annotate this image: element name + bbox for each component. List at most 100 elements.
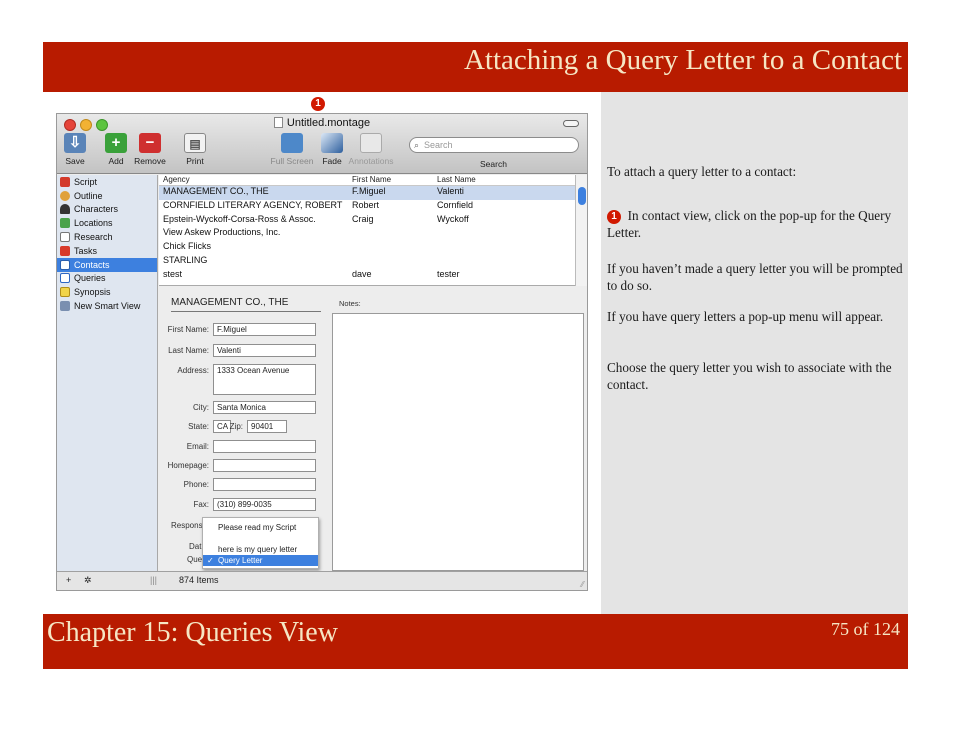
sidebar-item-new-smart-view[interactable]: New Smart View	[57, 299, 157, 313]
footer-bar: Chapter 15: Queries View 75 of 124	[43, 614, 908, 669]
first-name-label: First Name:	[167, 325, 209, 334]
sidebar: Script Outline Characters Locations Rese…	[57, 175, 158, 572]
column-header-agency[interactable]: Agency	[163, 175, 190, 184]
characters-icon	[60, 204, 70, 215]
save-icon: ⇩	[64, 133, 86, 153]
save-button[interactable]: ⇩ Save	[62, 133, 88, 166]
table-row[interactable]: CORNFIELD LITERARY AGENCY, ROBERT Robert C…	[159, 200, 587, 214]
first-name-field[interactable]: F.Miguel	[213, 323, 316, 336]
sidebar-item-script[interactable]: Script	[57, 175, 157, 189]
chapter-title: Chapter 15: Queries View	[47, 617, 338, 648]
outline-icon	[60, 190, 70, 201]
notes-label: Notes:	[339, 299, 361, 308]
contacts-table: Agency First Name Last Name MANAGEMENT C…	[159, 175, 587, 286]
homepage-label: Homepage:	[167, 461, 209, 470]
print-button[interactable]: ▤ Print	[181, 133, 209, 166]
paragraph-choose: Choose the query letter you wish to asso…	[607, 360, 892, 392]
app-window: Untitled.montage ⇩ Save + Add − Remove ▤…	[56, 113, 588, 591]
annotations-button[interactable]: Annotations	[348, 133, 394, 166]
sidebar-item-characters[interactable]: Characters	[57, 203, 157, 217]
sidebar-item-synopsis[interactable]: Synopsis	[57, 285, 157, 299]
fade-icon	[321, 133, 343, 153]
contacts-icon	[60, 259, 70, 270]
sidebar-item-research[interactable]: Research	[57, 230, 157, 244]
heading-divider	[171, 311, 321, 312]
callout-number: 1	[311, 97, 325, 111]
state-label: State:	[188, 422, 209, 431]
phone-label: Phone:	[183, 480, 209, 489]
zip-label: Zip:	[229, 422, 243, 431]
window-titlebar: Untitled.montage ⇩ Save + Add − Remove ▤…	[57, 114, 587, 174]
page-number: 75 of 124	[831, 619, 900, 639]
paragraph-popup: If you have query letters a pop-up menu …	[607, 309, 884, 324]
tasks-icon	[60, 245, 70, 256]
item-count: 874 Items	[179, 575, 219, 585]
locations-icon	[60, 218, 70, 229]
scrollbar-thumb[interactable]	[578, 187, 586, 205]
remove-button[interactable]: − Remove	[133, 133, 167, 166]
table-row[interactable]: Chick Flicks	[159, 241, 587, 255]
sidebar-item-outline[interactable]: Outline	[57, 189, 157, 203]
phone-field[interactable]	[213, 478, 316, 491]
city-label: City:	[193, 403, 209, 412]
synopsis-icon	[60, 287, 70, 298]
table-row[interactable]: MANAGEMENT CO., THE F.Miguel Valenti	[159, 186, 587, 200]
window-title: Untitled.montage	[57, 117, 587, 129]
email-label: Email:	[186, 442, 209, 451]
sidebar-item-queries[interactable]: Queries	[57, 272, 157, 286]
menu-item-here-is-my-query-letter[interactable]: here is my query letter	[203, 544, 318, 555]
address-field[interactable]: 1333 Ocean Avenue	[213, 364, 316, 395]
last-name-field[interactable]: Valenti	[213, 344, 316, 357]
splitter-handle[interactable]: |||	[150, 575, 157, 585]
search-label: Search	[480, 159, 507, 169]
email-field[interactable]	[213, 440, 316, 453]
gear-icon[interactable]: ✲	[84, 575, 92, 586]
contact-heading: MANAGEMENT CO., THE	[171, 297, 289, 308]
document-icon	[273, 117, 283, 128]
notes-field[interactable]	[332, 313, 584, 571]
full-screen-icon	[281, 133, 303, 153]
homepage-field[interactable]	[213, 459, 316, 472]
checkmark-icon: ✓	[207, 556, 214, 565]
remove-icon: −	[139, 133, 161, 153]
queries-icon	[60, 273, 70, 284]
research-icon	[60, 232, 70, 243]
address-label: Address:	[177, 366, 209, 375]
slide-title: Attaching a Query Letter to a Contact	[463, 44, 902, 76]
column-header-first-name[interactable]: First Name	[352, 175, 391, 184]
query-letter-popup-menu[interactable]: Please read my Script here is my query l…	[202, 517, 319, 569]
menu-item-query-letter[interactable]: ✓ Query Letter	[203, 555, 318, 566]
title-bar: Attaching a Query Letter to a Contact	[43, 42, 908, 92]
annotations-icon	[360, 133, 382, 153]
search-icon: ⌕	[414, 140, 420, 150]
table-row[interactable]: View Askew Productions, Inc.	[159, 227, 587, 241]
window-footer: + ✲ ||| 874 Items ⁄⁄	[57, 571, 587, 590]
table-scrollbar[interactable]	[575, 175, 587, 286]
callout-marker: 1	[311, 94, 325, 112]
add-item-button[interactable]: +	[66, 575, 71, 585]
add-icon: +	[105, 133, 127, 153]
toolbar-toggle-button[interactable]	[563, 120, 579, 127]
table-row[interactable]: stest dave tester	[159, 269, 587, 283]
column-header-last-name[interactable]: Last Name	[437, 175, 476, 184]
sidebar-item-locations[interactable]: Locations	[57, 216, 157, 230]
step-1-text: 1 In contact view, click on the pop-up f…	[607, 208, 892, 240]
table-row[interactable]: Epstein-Wyckoff-Corsa-Ross & Assoc. Craig…	[159, 214, 587, 228]
full-screen-button[interactable]: Full Screen	[269, 133, 315, 166]
fax-field[interactable]: (310) 899-0035	[213, 498, 316, 511]
fade-button[interactable]: Fade	[320, 133, 344, 166]
smart-view-icon	[60, 301, 70, 312]
sidebar-item-contacts[interactable]: Contacts	[57, 257, 157, 272]
table-row[interactable]: STARLING	[159, 255, 587, 269]
step-number-badge: 1	[607, 210, 621, 224]
zip-field[interactable]: 90401	[247, 420, 287, 433]
table-header: Agency First Name Last Name	[159, 175, 587, 186]
resize-grip[interactable]: ⁄⁄	[581, 580, 584, 589]
city-field[interactable]: Santa Monica	[213, 401, 316, 414]
sidebar-item-tasks[interactable]: Tasks	[57, 244, 157, 258]
add-button[interactable]: + Add	[104, 133, 128, 166]
printer-icon: ▤	[184, 133, 206, 153]
paragraph-no-query: If you haven’t made a query letter you w…	[607, 261, 903, 293]
menu-item-please-read-my-script[interactable]: Please read my Script	[203, 522, 318, 533]
search-input[interactable]: ⌕ Search	[409, 137, 579, 153]
